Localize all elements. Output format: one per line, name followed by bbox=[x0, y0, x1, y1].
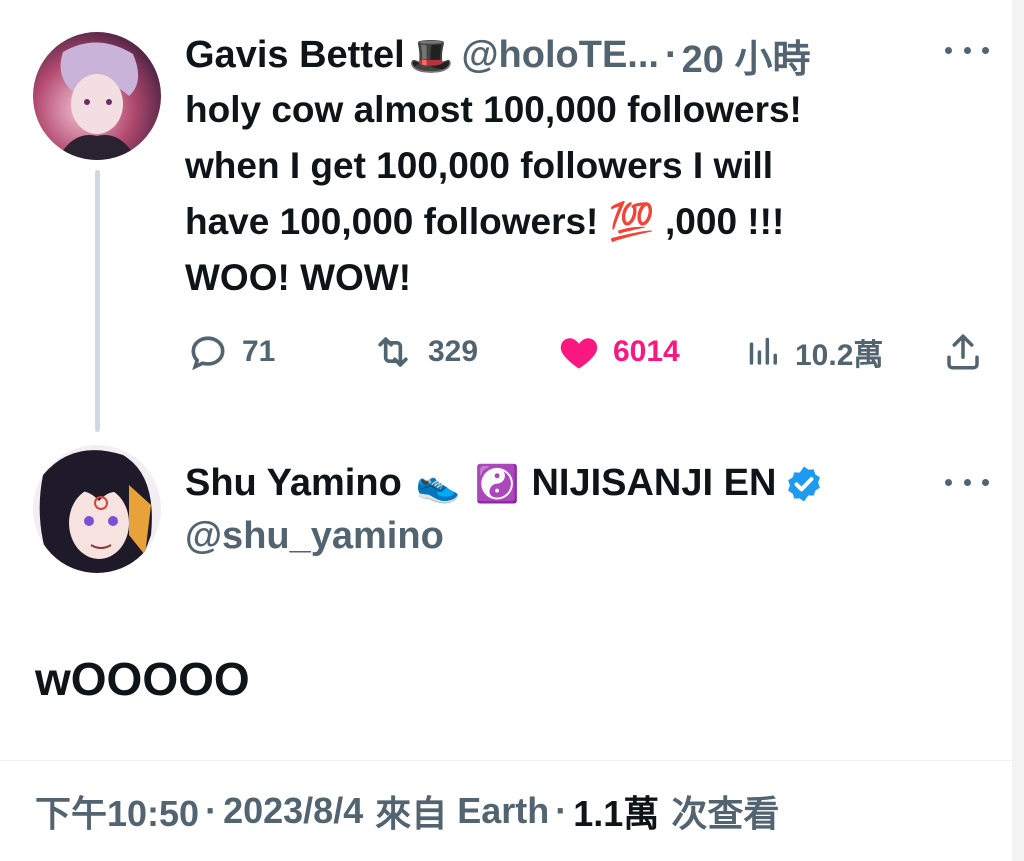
reply-context-header: Gavis Bettel 🎩 @holoTE... · 20 小時 bbox=[185, 28, 810, 83]
avatar-shu-yamino[interactable] bbox=[33, 445, 161, 573]
separator-dot: · bbox=[555, 790, 568, 831]
share-icon bbox=[947, 334, 979, 370]
heart-icon bbox=[560, 338, 598, 369]
avatar-gavis-bettel[interactable] bbox=[33, 32, 161, 160]
tweet-text-line: have 100,000 followers! 💯 ,000 !!! bbox=[185, 201, 785, 242]
like-button[interactable]: 6014 bbox=[557, 330, 680, 374]
tweet-metadata: 下午10:50 · 2023/8/4 來自 Earth · 1.1萬 次查看 bbox=[35, 785, 779, 837]
reply-icon bbox=[191, 336, 225, 371]
reply-context-text: holy cow almost 100,000 followers! when … bbox=[185, 82, 975, 306]
repost-count: 329 bbox=[428, 335, 479, 368]
tweet-text-line: holy cow almost 100,000 followers! bbox=[185, 89, 802, 130]
more-options-icon[interactable] bbox=[945, 474, 989, 490]
thread-connector-line bbox=[95, 170, 100, 432]
tweet-time[interactable]: 20 小時 bbox=[682, 28, 811, 83]
source-name: Earth bbox=[457, 790, 550, 831]
views-button[interactable]: 10.2萬 bbox=[745, 330, 883, 374]
reply-count: 71 bbox=[242, 335, 276, 368]
main-tweet-text: wOOOOO bbox=[35, 653, 250, 705]
separator-dot: · bbox=[205, 790, 218, 831]
repost-icon bbox=[378, 337, 408, 367]
tweet-text-line: when I get 100,000 followers I will bbox=[185, 145, 774, 186]
author-name[interactable]: Gavis Bettel bbox=[185, 34, 405, 77]
like-count: 6014 bbox=[613, 335, 680, 368]
tweet-time[interactable]: 下午10:50 bbox=[35, 785, 199, 837]
yin-yang-emoji: ☯️ bbox=[474, 462, 520, 504]
share-button[interactable] bbox=[942, 330, 996, 374]
author-name-suffix[interactable]: NIJISANJI EN bbox=[531, 462, 776, 505]
tweet-date[interactable]: 2023/8/4 bbox=[223, 790, 363, 832]
more-options-icon[interactable] bbox=[945, 42, 989, 58]
tweet-text-line: WOO! WOW! bbox=[185, 257, 412, 298]
repost-button[interactable]: 329 bbox=[370, 330, 478, 374]
views-label: 次查看 bbox=[671, 793, 780, 834]
source-prefix: 來自 bbox=[375, 793, 448, 834]
analytics-icon bbox=[749, 337, 777, 365]
divider bbox=[0, 760, 1012, 761]
reply-button[interactable]: 71 bbox=[186, 330, 275, 374]
top-hat-emoji: 🎩 bbox=[408, 34, 454, 76]
main-tweet-handle[interactable]: @shu_yamino bbox=[185, 515, 444, 558]
view-count[interactable]: 1.1萬 bbox=[573, 785, 659, 837]
verified-badge-icon bbox=[788, 466, 821, 501]
author-handle[interactable]: @holoTE... bbox=[461, 34, 658, 77]
author-name[interactable]: Shu Yamino bbox=[185, 462, 402, 505]
view-count: 10.2萬 bbox=[795, 339, 884, 372]
scrollbar[interactable] bbox=[1012, 0, 1024, 861]
separator-dot: · bbox=[664, 34, 678, 76]
sneaker-emoji: 👟 bbox=[415, 462, 461, 504]
main-tweet-author[interactable]: Shu Yamino 👟 ☯️ NIJISANJI EN bbox=[185, 462, 824, 505]
